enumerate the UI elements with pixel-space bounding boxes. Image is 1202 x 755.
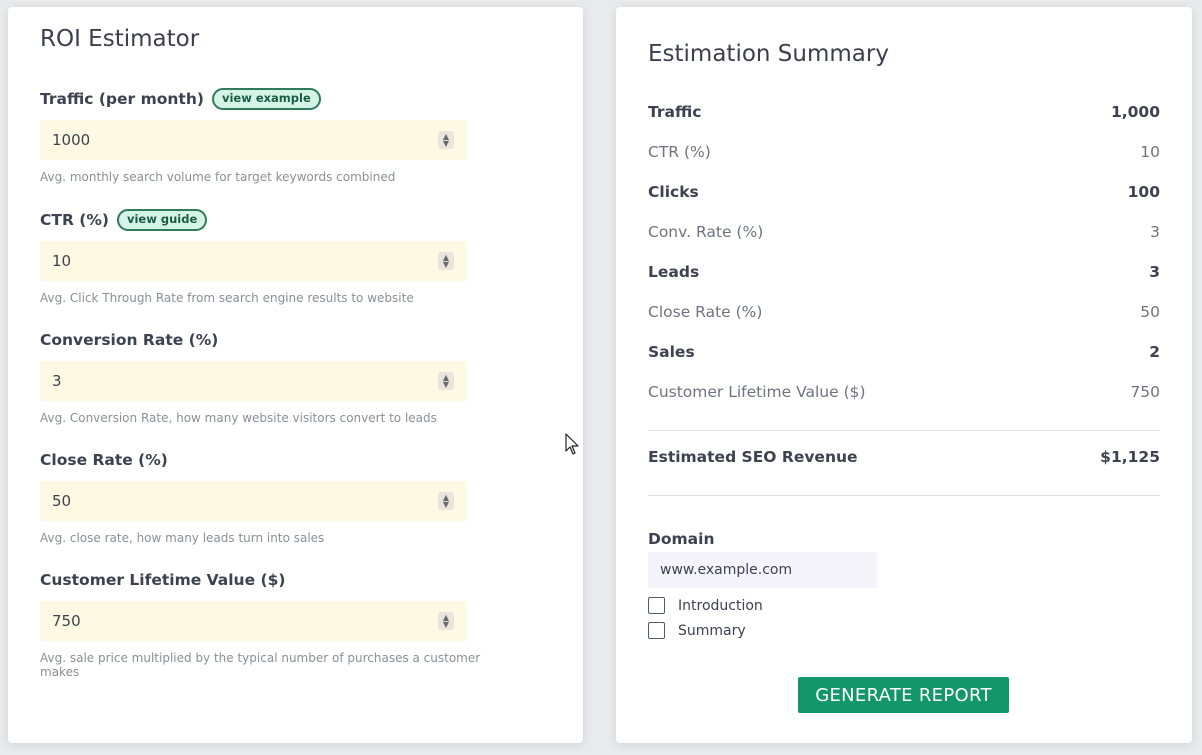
summary-value: 3	[1149, 263, 1160, 281]
customer-lifetime-value-input[interactable]: 750 ▲ ▼	[40, 601, 466, 641]
summary-label: Close Rate (%)	[648, 303, 763, 321]
conversion-rate-field: Conversion Rate (%) 3 ▲ ▼ Avg. Conversion…	[40, 328, 520, 425]
summary-divider-bottom	[648, 495, 1160, 496]
ctr-label: CTR (%)	[40, 211, 109, 229]
introduction-checkbox-label: Introduction	[678, 597, 763, 614]
summary-checkbox-label: Summary	[678, 622, 746, 639]
conversion-rate-help: Avg. Conversion Rate, how many website v…	[40, 411, 437, 425]
summary-label: Traffic	[648, 103, 702, 121]
traffic-spinner[interactable]: ▲ ▼	[438, 131, 454, 149]
estimation-summary-panel: Estimation Summary Traffic 1,000 CTR (%)…	[616, 7, 1192, 743]
close-rate-input-value: 50	[52, 492, 72, 510]
summary-row-close-rate: Close Rate (%) 50	[648, 303, 1160, 321]
summary-row-sales: Sales 2	[648, 343, 1160, 361]
traffic-help: Avg. monthly search volume for target ke…	[40, 170, 396, 184]
view-example-link[interactable]: view example	[211, 88, 321, 110]
summary-value: 3	[1150, 223, 1160, 241]
summary-row-ctr: CTR (%) 10	[648, 143, 1160, 161]
traffic-input-value: 1000	[52, 131, 91, 149]
estimated-revenue-label: Estimated SEO Revenue	[648, 448, 858, 466]
traffic-input[interactable]: 1000 ▲ ▼	[40, 120, 466, 160]
domain-label: Domain	[648, 530, 715, 548]
conversion-rate-label: Conversion Rate (%)	[40, 331, 219, 349]
traffic-label: Traffic (per month)	[40, 90, 204, 108]
roi-estimator-title: ROI Estimator	[40, 26, 200, 52]
ctr-input-value: 10	[52, 252, 72, 270]
domain-input[interactable]: www.example.com	[648, 552, 877, 588]
spinner-down-icon[interactable]: ▼	[443, 501, 449, 509]
close-rate-input[interactable]: 50 ▲ ▼	[40, 481, 466, 521]
conversion-rate-spinner[interactable]: ▲ ▼	[438, 372, 454, 390]
generate-report-button[interactable]: GENERATE REPORT	[798, 677, 1009, 713]
roi-estimator-panel: ROI Estimator Traffic (per month) view e…	[8, 7, 583, 743]
close-rate-spinner[interactable]: ▲ ▼	[438, 492, 454, 510]
conversion-rate-input-value: 3	[52, 372, 62, 390]
close-rate-field: Close Rate (%) 50 ▲ ▼ Avg. close rate, ho…	[40, 448, 520, 545]
ctr-spinner[interactable]: ▲ ▼	[438, 252, 454, 270]
close-rate-help: Avg. close rate, how many leads turn int…	[40, 531, 325, 545]
summary-label: Sales	[648, 343, 695, 361]
ctr-field: CTR (%) view guide 10 ▲ ▼ Avg. Click Thro…	[40, 208, 520, 305]
summary-value: 100	[1127, 183, 1160, 201]
conversion-rate-input[interactable]: 3 ▲ ▼	[40, 361, 466, 401]
summary-divider-top	[648, 430, 1160, 431]
spinner-down-icon[interactable]: ▼	[443, 381, 449, 389]
traffic-field: Traffic (per month) view example 1000 ▲ ▼…	[40, 87, 520, 184]
summary-checkbox-row[interactable]: Summary	[648, 622, 746, 639]
summary-row-leads: Leads 3	[648, 263, 1160, 281]
summary-value: 2	[1149, 343, 1160, 361]
summary-label: Customer Lifetime Value ($)	[648, 383, 866, 401]
summary-value: 10	[1140, 143, 1160, 161]
introduction-checkbox-row[interactable]: Introduction	[648, 597, 763, 614]
view-guide-link[interactable]: view guide	[116, 209, 208, 231]
customer-lifetime-value-help: Avg. sale price multiplied by the typica…	[40, 651, 481, 679]
spinner-down-icon[interactable]: ▼	[443, 140, 449, 148]
summary-checkbox[interactable]	[648, 622, 665, 639]
summary-value: 50	[1140, 303, 1160, 321]
close-rate-label: Close Rate (%)	[40, 451, 168, 469]
summary-value: 750	[1130, 383, 1160, 401]
customer-lifetime-value-label: Customer Lifetime Value ($)	[40, 571, 286, 589]
customer-lifetime-value-field: Customer Lifetime Value ($) 750 ▲ ▼ Avg. …	[40, 568, 520, 679]
summary-label: Clicks	[648, 183, 699, 201]
estimation-summary-title: Estimation Summary	[648, 41, 889, 67]
summary-row-conv-rate: Conv. Rate (%) 3	[648, 223, 1160, 241]
introduction-checkbox[interactable]	[648, 597, 665, 614]
summary-value: 1,000	[1110, 103, 1160, 121]
summary-row-clicks: Clicks 100	[648, 183, 1160, 201]
customer-lifetime-value-spinner[interactable]: ▲ ▼	[438, 612, 454, 630]
summary-label: Leads	[648, 263, 700, 281]
summary-row-traffic: Traffic 1,000	[648, 103, 1160, 121]
estimated-revenue-value: $1,125	[1100, 448, 1160, 466]
summary-label: Conv. Rate (%)	[648, 223, 764, 241]
summary-row-customer-lifetime-value: Customer Lifetime Value ($) 750	[648, 383, 1160, 401]
mouse-pointer-icon	[565, 433, 581, 461]
summary-row-estimated-revenue: Estimated SEO Revenue $1,125	[648, 448, 1160, 466]
spinner-down-icon[interactable]: ▼	[443, 261, 449, 269]
spinner-down-icon[interactable]: ▼	[443, 621, 449, 629]
summary-label: CTR (%)	[648, 143, 711, 161]
ctr-input[interactable]: 10 ▲ ▼	[40, 241, 466, 281]
ctr-help: Avg. Click Through Rate from search engi…	[40, 291, 414, 305]
customer-lifetime-value-input-value: 750	[52, 612, 81, 630]
